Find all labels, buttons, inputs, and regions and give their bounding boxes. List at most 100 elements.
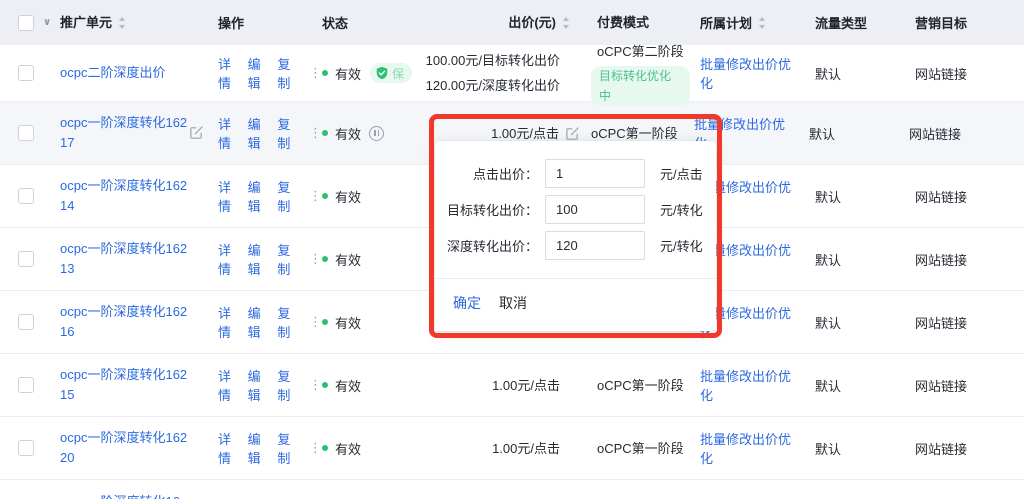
table-row-partial: ocpc一阶深度转化16 [0, 480, 1024, 499]
edit-link[interactable]: 编辑 [248, 366, 272, 404]
more-actions-icon[interactable]: ⋮ [309, 65, 322, 81]
edit-link[interactable]: 编辑 [248, 303, 272, 341]
plan-link[interactable]: 批量修改出价优化 [700, 369, 791, 403]
bid-cell: 100.00元/目标转化出价 120.00元/深度转化出价 [418, 48, 580, 98]
row-checkbox[interactable] [18, 65, 34, 81]
more-actions-icon[interactable]: ⋮ [309, 440, 322, 456]
sort-icon[interactable] [562, 17, 570, 29]
plan-link[interactable]: 批量修改出价优化 [700, 432, 791, 466]
copy-link[interactable]: 复制 [277, 429, 301, 467]
column-header-ops-label: 操作 [218, 13, 244, 32]
sort-icon[interactable] [118, 17, 126, 29]
row-checkbox[interactable] [18, 251, 34, 267]
status-dot [322, 70, 328, 76]
ad-units-table-page: ∨ 推广单元 操作 状态 出价(元) 付费模式 所属计划 流量类型 营销目标 [0, 0, 1024, 499]
confirm-button[interactable]: 确定 [453, 293, 481, 313]
copy-link[interactable]: 复制 [277, 54, 301, 92]
edit-link[interactable]: 编辑 [248, 240, 272, 278]
status-label: 有效 [335, 439, 361, 458]
unit-name-link[interactable]: ocpc一阶深度转化16217 [60, 115, 187, 150]
cancel-button[interactable]: 取消 [499, 293, 527, 313]
detail-link[interactable]: 详情 [218, 240, 242, 278]
bid-line-1: 1.00元/点击 [418, 436, 560, 461]
row-checkbox[interactable] [18, 377, 34, 393]
copy-link[interactable]: 复制 [277, 366, 301, 404]
status-label: 有效 [335, 64, 361, 83]
detail-link[interactable]: 详情 [218, 177, 242, 215]
copy-link[interactable]: 复制 [277, 114, 301, 152]
detail-link[interactable]: 详情 [218, 303, 242, 341]
target-conv-bid-input[interactable] [545, 195, 645, 224]
traffic-type: 默认 [815, 316, 841, 331]
bid-line-2: 120.00元/深度转化出价 [418, 73, 560, 98]
more-actions-icon[interactable]: ⋮ [309, 125, 322, 141]
unit-name-link[interactable]: ocpc一阶深度转化16213 [60, 241, 187, 276]
click-bid-unit: 元/点击 [660, 164, 703, 183]
column-header-ops: 操作 [218, 13, 322, 32]
marketing-goal: 网站链接 [915, 379, 967, 394]
traffic-type: 默认 [809, 127, 835, 142]
row-checkbox[interactable] [18, 125, 34, 141]
column-header-pay-label: 付费模式 [597, 15, 649, 30]
status-label: 有效 [335, 376, 361, 395]
select-all-checkbox[interactable] [18, 15, 34, 31]
pause-icon[interactable] [369, 126, 384, 141]
edit-link[interactable]: 编辑 [248, 54, 272, 92]
detail-link[interactable]: 详情 [218, 114, 242, 152]
deep-conv-bid-field-row: 深度转化出价： 元/转化 [435, 230, 716, 260]
unit-name-link[interactable]: ocpc一阶深度转化16216 [60, 304, 187, 339]
plan-link[interactable]: 批量修改出价优化 [700, 57, 791, 91]
column-header-bid[interactable]: 出价(元) [418, 10, 580, 35]
header-select-cell: ∨ [0, 15, 60, 31]
column-header-plan[interactable]: 所属计划 [690, 13, 802, 32]
more-actions-icon[interactable]: ⋮ [309, 314, 322, 330]
copy-link[interactable]: 复制 [277, 177, 301, 215]
unit-name-link[interactable]: ocpc一阶深度转化16215 [60, 367, 187, 402]
row-checkbox[interactable] [18, 440, 34, 456]
status-dot [322, 445, 328, 451]
edit-name-icon[interactable] [189, 125, 204, 140]
unit-name-link[interactable]: ocpc一阶深度转化16 [60, 494, 180, 499]
click-bid-field-row: 点击出价： 元/点击 [435, 158, 716, 188]
unit-name-link[interactable]: ocpc一阶深度转化16220 [60, 430, 187, 465]
marketing-goal: 网站链接 [909, 127, 961, 142]
more-actions-icon[interactable]: ⋮ [309, 251, 322, 267]
target-conv-bid-label: 目标转化出价： [435, 200, 538, 219]
traffic-type: 默认 [815, 442, 841, 457]
deep-conv-bid-label: 深度转化出价： [435, 236, 538, 255]
traffic-type: 默认 [815, 379, 841, 394]
popup-footer: 确定 取消 [435, 279, 716, 313]
detail-link[interactable]: 详情 [218, 366, 242, 404]
column-header-goal-label: 营销目标 [915, 16, 967, 31]
pay-mode-cell: oCPC第一阶段 [580, 436, 690, 461]
pay-mode-label: oCPC第一阶段 [597, 373, 690, 398]
row-checkbox[interactable] [18, 188, 34, 204]
table-header-row: ∨ 推广单元 操作 状态 出价(元) 付费模式 所属计划 流量类型 营销目标 [0, 0, 1024, 45]
unit-name-link[interactable]: ocpc一阶深度转化16214 [60, 178, 187, 213]
deep-conv-bid-input[interactable] [545, 231, 645, 260]
chevron-down-icon[interactable]: ∨ [43, 18, 51, 28]
optimizing-badge: 目标转化优化中 [591, 66, 690, 106]
bid-line-1: 1.00元/点击 [418, 373, 560, 398]
table-row: ocpc二阶深度出价 详情 编辑 复制 ⋮ 有效 保 100.00元/目标转化出… [0, 45, 1024, 102]
bid-editor-popup: 点击出价： 元/点击 目标转化出价： 元/转化 深度转化出价： 元/转化 确定 … [435, 141, 716, 331]
copy-link[interactable]: 复制 [277, 240, 301, 278]
sort-icon[interactable] [758, 17, 766, 29]
unit-name-link[interactable]: ocpc二阶深度出价 [60, 65, 165, 80]
edit-link[interactable]: 编辑 [248, 429, 272, 467]
marketing-goal: 网站链接 [915, 442, 967, 457]
column-header-traffic: 流量类型 [802, 13, 902, 32]
detail-link[interactable]: 详情 [218, 54, 242, 92]
detail-link[interactable]: 详情 [218, 429, 242, 467]
column-header-name[interactable]: 推广单元 [60, 13, 218, 33]
copy-link[interactable]: 复制 [277, 303, 301, 341]
more-actions-icon[interactable]: ⋮ [309, 188, 322, 204]
edit-link[interactable]: 编辑 [248, 177, 272, 215]
edit-link[interactable]: 编辑 [248, 114, 272, 152]
click-bid-input[interactable] [545, 159, 645, 188]
pay-mode-cell: oCPC第一阶段 [580, 373, 690, 398]
shield-check-icon [375, 66, 389, 80]
row-checkbox[interactable] [18, 314, 34, 330]
marketing-goal: 网站链接 [915, 190, 967, 205]
more-actions-icon[interactable]: ⋮ [309, 377, 322, 393]
